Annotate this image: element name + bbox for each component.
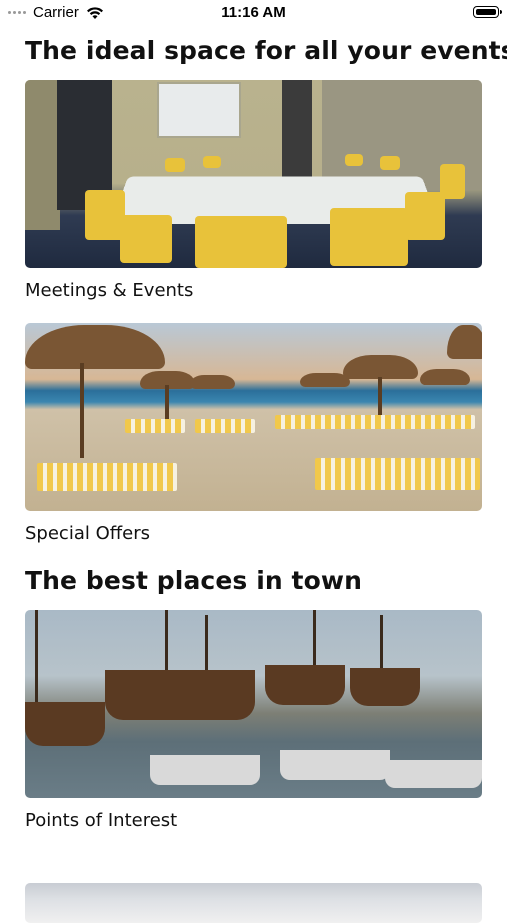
card-points-of-interest[interactable]: Points of Interest: [25, 610, 482, 831]
card-label-points-of-interest: Points of Interest: [25, 810, 178, 831]
card-meetings-events[interactable]: Meetings & Events: [25, 80, 482, 301]
harbor-image[interactable]: [25, 610, 482, 798]
beach-image[interactable]: [25, 323, 482, 511]
battery-icon: [473, 6, 502, 18]
status-bar: Carrier 11:16 AM: [0, 0, 507, 26]
partial-card-image[interactable]: [25, 883, 482, 923]
status-time: 11:16 AM: [221, 4, 286, 21]
card-label-meetings-events: Meetings & Events: [25, 280, 194, 301]
section-title-places: The best places in town: [25, 566, 362, 595]
card-label-special-offers: Special Offers: [25, 523, 150, 544]
main-content: The ideal space for all your events Meet…: [0, 36, 507, 831]
meeting-room-image[interactable]: [25, 80, 482, 268]
section-title-events: The ideal space for all your events: [25, 36, 507, 65]
projector-screen: [157, 82, 241, 138]
card-special-offers[interactable]: Special Offers: [25, 323, 482, 544]
